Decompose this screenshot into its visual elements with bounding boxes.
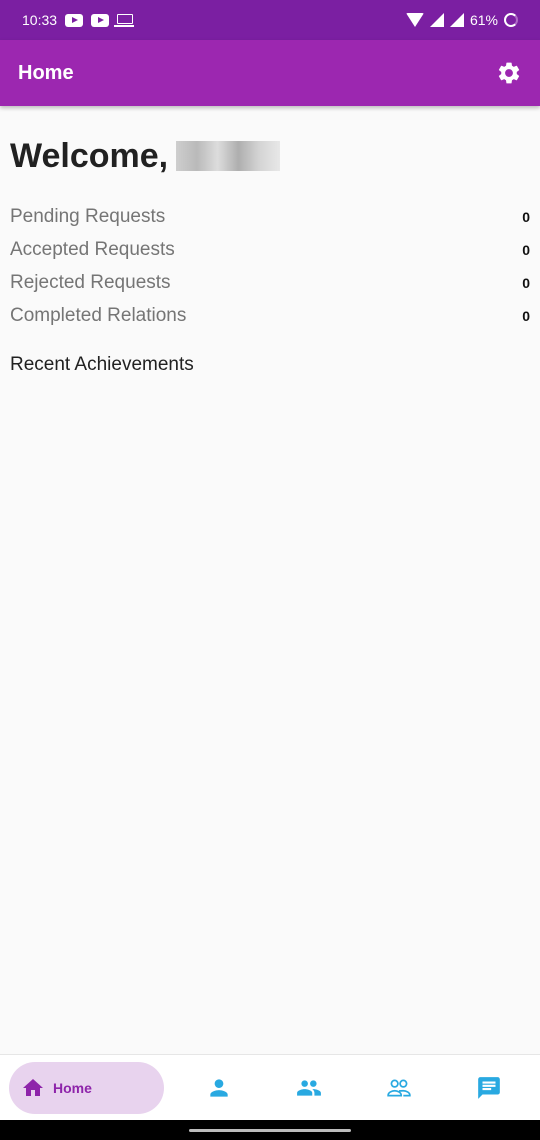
gesture-handle[interactable] [189,1129,351,1132]
settings-gear-icon[interactable] [496,60,522,86]
nav-chat[interactable] [444,1062,534,1114]
welcome-text: Welcome, [10,136,169,175]
stat-value: 0 [522,208,530,225]
stat-row-rejected: Rejected Requests 0 [10,266,530,299]
signal-icon [429,13,444,27]
signal-icon [449,13,464,27]
stat-label: Pending Requests [10,205,166,227]
stat-row-accepted: Accepted Requests 0 [10,233,530,266]
nav-profile[interactable] [174,1062,264,1114]
status-bar: 10:33 61% [0,0,540,40]
stat-value: 0 [522,274,530,291]
page-title: Home [18,61,74,84]
stat-label: Completed Relations [10,304,187,326]
welcome-heading: Welcome, [10,134,530,178]
stat-row-pending: Pending Requests 0 [10,200,530,233]
app-bar: Home [0,40,540,106]
youtube-icon [65,13,84,27]
main-content: Welcome, Pending Requests 0 Accepted Req… [10,120,530,376]
people-outline-icon [387,1079,411,1097]
stat-value: 0 [522,307,530,324]
request-stats: Pending Requests 0 Accepted Requests 0 R… [10,200,530,332]
nav-home-label: Home [53,1080,92,1096]
battery-icon [504,13,518,27]
gesture-bar [0,1120,540,1140]
battery-percent: 61% [469,12,498,28]
stat-label: Rejected Requests [10,271,171,293]
recent-achievements-heading: Recent Achievements [10,354,194,375]
nav-people[interactable] [264,1062,354,1114]
person-icon [210,1079,228,1097]
home-icon [23,1079,43,1096]
bottom-navigation: Home [0,1054,540,1121]
status-time: 10:33 [22,12,58,28]
stat-value: 0 [522,241,530,258]
people-icon [297,1080,321,1096]
nav-relations[interactable] [354,1062,444,1114]
laptop-icon [114,13,135,27]
chat-icon [478,1077,500,1099]
wifi-icon [405,13,424,27]
stat-row-completed: Completed Relations 0 [10,299,530,332]
nav-home[interactable]: Home [9,1062,164,1114]
stat-label: Accepted Requests [10,238,175,260]
redacted-username [176,141,281,171]
youtube-icon [91,13,110,27]
